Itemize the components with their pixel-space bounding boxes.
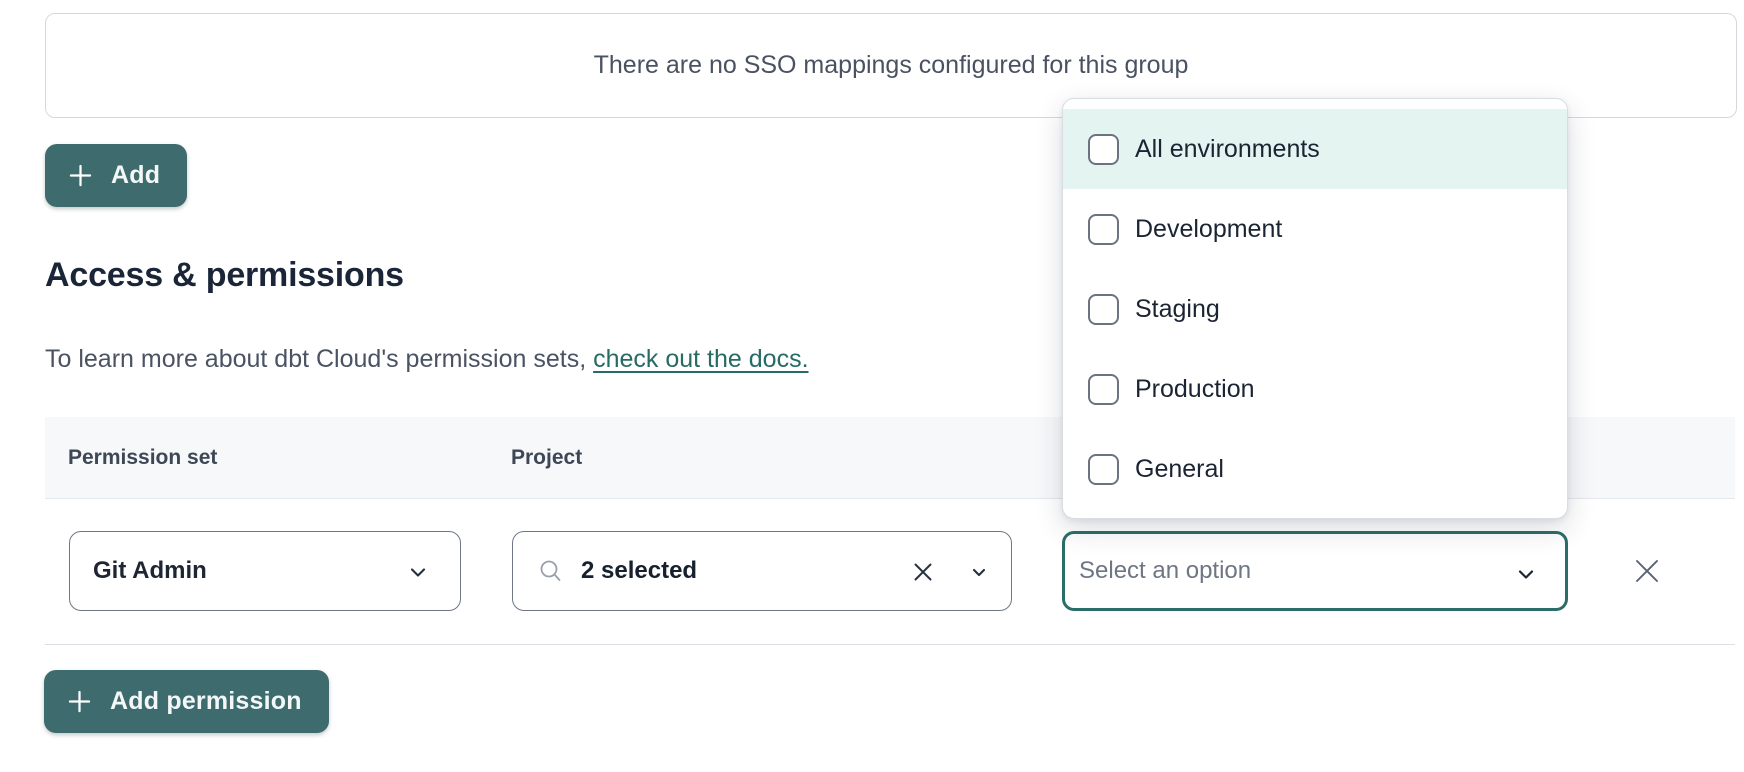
checkbox-unchecked-icon[interactable] — [1088, 294, 1119, 325]
project-select-value: 2 selected — [581, 557, 697, 585]
checkbox-unchecked-icon[interactable] — [1088, 374, 1119, 405]
checkbox-unchecked-icon[interactable] — [1088, 134, 1119, 165]
docs-link[interactable]: check out the docs. — [593, 345, 808, 373]
environment-dropdown-menu: All environments Development Staging Pro… — [1062, 98, 1568, 519]
description-text: To learn more about dbt Cloud's permissi… — [45, 345, 593, 373]
remove-row-x-icon[interactable] — [1633, 557, 1661, 585]
option-label: All environments — [1135, 135, 1320, 164]
environment-select[interactable]: Select an option — [1062, 531, 1568, 611]
column-header-permission-set: Permission set — [68, 417, 217, 498]
environment-select-placeholder: Select an option — [1079, 557, 1251, 585]
option-general[interactable]: General — [1063, 429, 1567, 509]
option-staging[interactable]: Staging — [1063, 269, 1567, 349]
group-settings-page: There are no SSO mappings configured for… — [0, 0, 1744, 772]
checkbox-unchecked-icon[interactable] — [1088, 454, 1119, 485]
permission-row: Git Admin 2 selected Select an option — [45, 531, 1735, 611]
add-button-label: Add — [111, 161, 160, 190]
option-all-environments[interactable]: All environments — [1063, 109, 1567, 189]
option-label: Production — [1135, 375, 1255, 404]
option-development[interactable]: Development — [1063, 189, 1567, 269]
chevron-down-icon[interactable] — [967, 560, 991, 584]
add-permission-label: Add permission — [110, 687, 302, 716]
option-label: Staging — [1135, 295, 1220, 324]
page-title: Access & permissions — [45, 256, 404, 295]
permission-set-select[interactable]: Git Admin — [69, 531, 461, 611]
checkbox-unchecked-icon[interactable] — [1088, 214, 1119, 245]
permissions-description: To learn more about dbt Cloud's permissi… — [45, 345, 809, 374]
option-label: Development — [1135, 215, 1282, 244]
row-divider — [45, 644, 1735, 645]
permission-set-value: Git Admin — [93, 557, 207, 585]
plus-icon — [66, 688, 93, 715]
option-label: General — [1135, 455, 1224, 484]
plus-icon — [67, 162, 94, 189]
add-permission-button[interactable]: Add permission — [44, 670, 329, 733]
column-header-project: Project — [511, 417, 582, 498]
add-sso-mapping-button[interactable]: Add — [45, 144, 187, 207]
chevron-down-icon — [406, 560, 430, 584]
chevron-down-icon — [1514, 562, 1538, 586]
search-icon — [537, 557, 565, 585]
option-production[interactable]: Production — [1063, 349, 1567, 429]
project-select[interactable]: 2 selected — [512, 531, 1012, 611]
sso-empty-message: There are no SSO mappings configured for… — [594, 51, 1189, 80]
x-clear-icon[interactable] — [911, 560, 935, 584]
